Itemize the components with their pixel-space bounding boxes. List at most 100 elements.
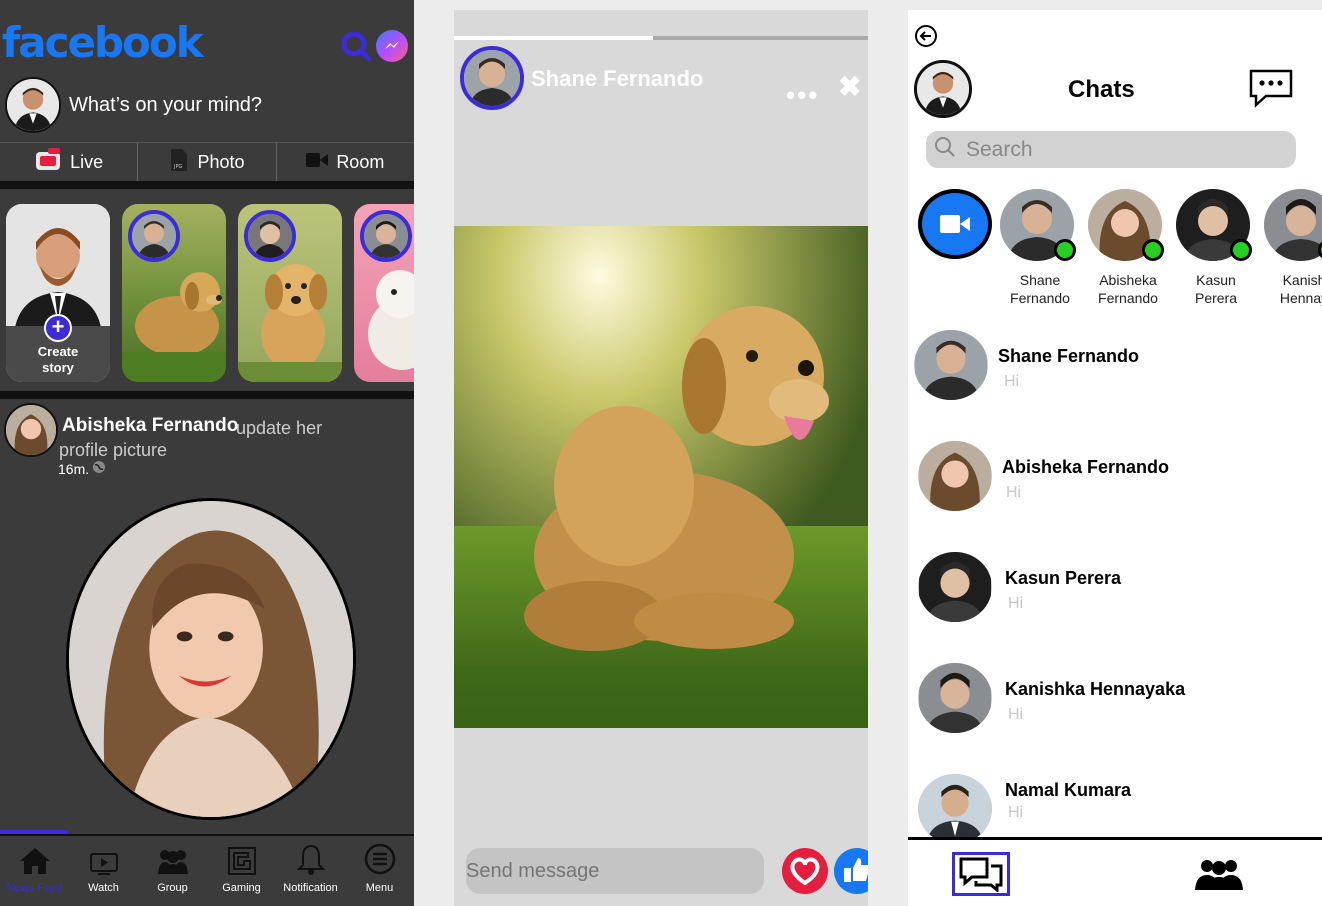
more-options-icon[interactable]: ••• [786,80,819,111]
chat-row[interactable]: Shane Fernando Hi [914,328,1322,439]
nav-label: Gaming [222,882,261,894]
story-card[interactable] [238,204,342,382]
bell-icon [296,843,325,878]
active-contact[interactable]: KanishHennay [1264,189,1322,307]
active-contact[interactable]: Kasun Perera [1176,189,1256,307]
stories-row: + Create story [6,204,414,382]
online-indicator [1230,239,1252,261]
chat-last-message: Hi [1008,804,1024,821]
heart-icon [790,857,820,886]
chat-row[interactable]: Kasun Perera Hi [914,550,1322,661]
search-icon[interactable] [340,30,372,62]
nav-watch[interactable]: Watch [69,836,138,906]
profile-picture[interactable] [66,498,356,820]
live-label: Live [70,152,104,172]
chat-last-message: Hi [1006,484,1022,501]
photo-file-icon: JPG [169,148,189,177]
news-feed-screen: facebook What’s on your mind? Live JPG P… [0,0,414,906]
people-icon [1195,860,1243,890]
my-avatar[interactable] [914,60,972,118]
top-icons [340,30,408,62]
chat-bubbles-icon [959,857,1003,892]
user-avatar[interactable] [5,77,61,133]
composer-actions: Live JPG Photo Room [0,142,414,182]
composer[interactable]: What’s on your mind? [5,77,262,133]
room-button[interactable]: Room [277,143,414,182]
gaming-icon [227,847,256,878]
chat-name: Shane Fernando [998,346,1140,366]
nav-news-feed[interactable]: News Feed [0,836,69,906]
tab-people[interactable] [1192,854,1246,894]
story-progress-fill [454,36,653,40]
love-reaction-button[interactable] [782,848,828,894]
nav-label: Watch [88,882,119,894]
chats-screen: Chats ShaneFernando AbishekaFernando [908,10,1322,906]
room-label: Room [336,152,385,172]
chat-row[interactable]: Abisheka Fernando Hi [914,439,1322,550]
story-card[interactable] [354,204,414,382]
add-story-button[interactable]: + [44,314,72,342]
svg-text:JPG: JPG [173,164,182,170]
contact-name: KanishHennay [1279,272,1322,306]
chat-name: Kanishka Hennayaka [1005,679,1186,699]
online-indicator [1054,239,1076,261]
watch-tv-icon [89,851,118,878]
search-icon [934,136,956,163]
nav-group[interactable]: Group [138,836,207,906]
bottom-navigation: News Feed Watch Group Gaming Notificatio… [0,834,414,906]
page-title: Chats [1068,76,1135,103]
video-camera-icon [306,152,329,173]
nav-gaming[interactable]: Gaming [207,836,276,906]
chat-name: Abisheka Fernando [1002,457,1170,477]
contact-avatar [1264,189,1322,261]
post-author-avatar[interactable] [4,403,58,457]
active-contacts: Shane Fernando Abisheka Fernando Kasun Pere… [918,189,1322,307]
story-author-name[interactable]: Shane Fernando [531,66,703,92]
post-author-name[interactable]: Abisheka Fernando [62,415,238,437]
menu-icon [364,843,396,878]
chat-row[interactable]: Kanishka Hennayaka Hi [914,661,1322,772]
story-avatar [244,210,296,262]
chat-avatar [914,330,988,400]
group-icon [156,847,190,878]
post-action-text-line2: profile picture [59,440,168,460]
active-contact[interactable]: Abisheka Fernando [1088,189,1168,307]
chat-name: Kasun Perera [1005,568,1122,588]
globe-icon [92,460,106,477]
video-call-button[interactable] [918,189,992,259]
search-input[interactable] [966,137,1266,162]
chats-bottom-tabs [908,837,1322,906]
create-story-line2: story [42,360,74,375]
post-time: 16m. [58,460,106,477]
story-card[interactable] [122,204,226,382]
facebook-logo: facebook [2,18,204,67]
new-message-icon[interactable] [1248,68,1294,108]
separator [0,181,414,189]
chat-last-message: Hi [1004,373,1020,390]
close-icon[interactable]: ✖ [838,70,861,103]
send-message-input[interactable] [466,848,764,894]
messenger-icon[interactable] [376,30,408,62]
back-arrow-icon[interactable] [914,24,938,48]
nav-notification[interactable]: Notification [276,836,345,906]
photo-button[interactable]: JPG Photo [138,143,277,182]
video-camera-icon [940,215,970,233]
chat-last-message: Hi [1008,706,1024,723]
chat-avatar [918,774,992,844]
search-bar[interactable] [926,131,1296,168]
story-author-avatar[interactable] [460,46,524,110]
post-timestamp: 16m. [58,460,90,477]
active-contact[interactable]: Shane Fernando [1000,189,1080,307]
nav-menu[interactable]: Menu [345,836,414,906]
photo-label: Photo [197,152,245,172]
composer-prompt[interactable]: What’s on your mind? [69,94,262,117]
thumbs-up-icon [844,858,868,882]
live-button[interactable]: Live [0,143,139,182]
tab-chats[interactable] [952,852,1010,896]
chat-avatar [918,663,992,733]
create-story-card[interactable]: + Create story [6,204,110,382]
story-avatar [360,210,412,262]
like-reaction-button[interactable] [834,848,868,894]
home-icon [19,847,51,878]
create-story-line1: Create [37,344,79,359]
